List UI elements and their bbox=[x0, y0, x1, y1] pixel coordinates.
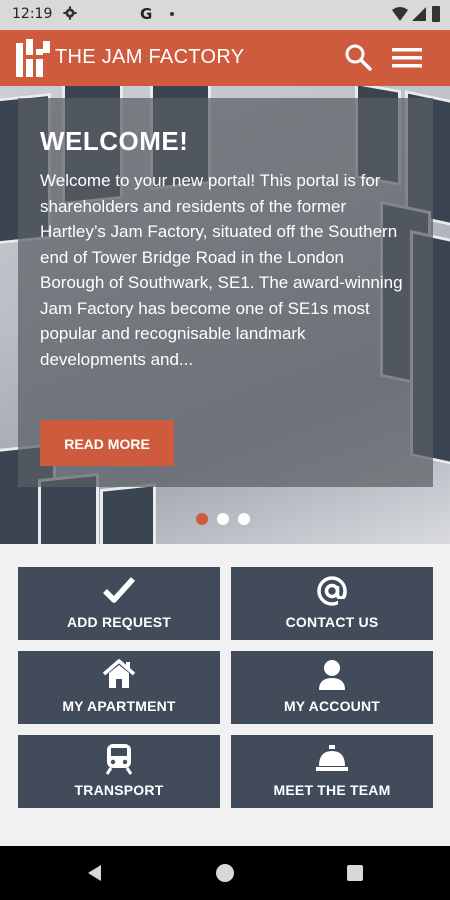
at-sign-icon bbox=[317, 576, 348, 607]
wifi-icon bbox=[392, 7, 408, 21]
transport-tile[interactable]: TRANSPORT bbox=[18, 735, 220, 808]
person-icon bbox=[319, 660, 345, 690]
recent-apps-square-icon[interactable] bbox=[347, 865, 363, 881]
cell-signal-icon bbox=[412, 7, 426, 21]
my-apartment-tile[interactable]: MY APARTMENT bbox=[18, 651, 220, 724]
carousel-dot-3[interactable] bbox=[238, 513, 250, 525]
google-notification-icon: G bbox=[140, 5, 153, 23]
tile-label: MEET THE TEAM bbox=[273, 782, 391, 798]
my-account-tile[interactable]: MY ACCOUNT bbox=[231, 651, 433, 724]
hamburger-menu-icon[interactable] bbox=[392, 45, 422, 71]
carousel-dot-1[interactable] bbox=[196, 513, 208, 525]
gear-icon bbox=[63, 6, 77, 20]
hero-carousel[interactable]: WELCOME! Welcome to your new portal! Thi… bbox=[0, 86, 450, 544]
search-icon[interactable] bbox=[344, 43, 372, 71]
jam-factory-logo-icon bbox=[16, 39, 50, 77]
house-icon bbox=[102, 659, 136, 688]
welcome-title: WELCOME! bbox=[40, 126, 189, 156]
notification-dot-icon bbox=[170, 12, 174, 16]
tile-label: MY APARTMENT bbox=[62, 698, 176, 714]
tile-label: TRANSPORT bbox=[74, 782, 164, 798]
tile-label: ADD REQUEST bbox=[66, 614, 172, 630]
back-triangle-icon[interactable] bbox=[87, 865, 103, 881]
checkmark-icon bbox=[103, 577, 135, 603]
contact-us-tile[interactable]: CONTACT US bbox=[231, 567, 433, 640]
clock: 12:19 bbox=[12, 6, 53, 22]
tile-label: MY ACCOUNT bbox=[283, 698, 381, 714]
tile-label: CONTACT US bbox=[285, 614, 379, 630]
welcome-text: Welcome to your new portal! This portal … bbox=[40, 171, 403, 369]
battery-icon bbox=[432, 6, 440, 22]
status-bar: 12:19 G bbox=[0, 0, 450, 30]
brand-title: THE JAM FACTORY bbox=[55, 46, 245, 68]
welcome-card: WELCOME! Welcome to your new portal! Thi… bbox=[18, 98, 433, 487]
add-request-tile[interactable]: ADD REQUEST bbox=[18, 567, 220, 640]
carousel-indicator bbox=[196, 512, 259, 530]
building-window bbox=[100, 483, 156, 544]
meet-the-team-tile[interactable]: MEET THE TEAM bbox=[231, 735, 433, 808]
read-more-button[interactable]: READ MORE bbox=[40, 420, 174, 466]
home-circle-icon[interactable] bbox=[216, 864, 234, 882]
service-bell-icon bbox=[316, 745, 348, 771]
carousel-dot-2[interactable] bbox=[217, 513, 229, 525]
app-bar: THE JAM FACTORY bbox=[0, 30, 450, 86]
system-nav-bar bbox=[0, 846, 450, 900]
train-icon bbox=[105, 744, 133, 775]
